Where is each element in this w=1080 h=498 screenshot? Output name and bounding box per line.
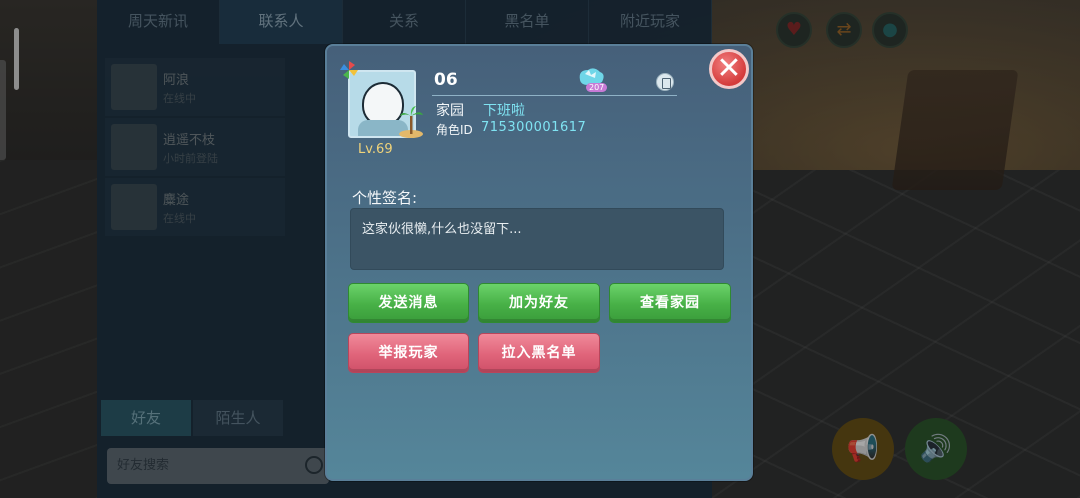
report-player-button[interactable]: 举报玩家 — [348, 333, 469, 373]
view-home-button[interactable]: 查看家园 — [609, 283, 731, 323]
add-friend-button[interactable]: 加为好友 — [478, 283, 600, 323]
name-divider — [432, 95, 677, 96]
pinwheel-icon — [340, 61, 358, 79]
copy-icon[interactable] — [656, 73, 674, 91]
player-name: 06 — [434, 70, 458, 90]
send-message-button[interactable]: 发送消息 — [348, 283, 469, 323]
signature-title: 个性签名: — [352, 189, 418, 207]
blacklist-button[interactable]: 拉入黑名单 — [478, 333, 600, 373]
home-label: 家园 — [436, 103, 464, 119]
close-button[interactable]: ✕ — [709, 49, 749, 89]
signature-text: 这家伙很懒,什么也没留下... — [362, 222, 522, 237]
home-name: 下班啦 — [483, 103, 525, 119]
role-id-value: 715300001617 — [481, 120, 587, 135]
role-id-label: 角色ID — [436, 123, 473, 137]
island-palm-icon — [399, 106, 423, 138]
player-level: Lv.69 — [358, 142, 393, 157]
badge-number: 207 — [586, 83, 608, 92]
